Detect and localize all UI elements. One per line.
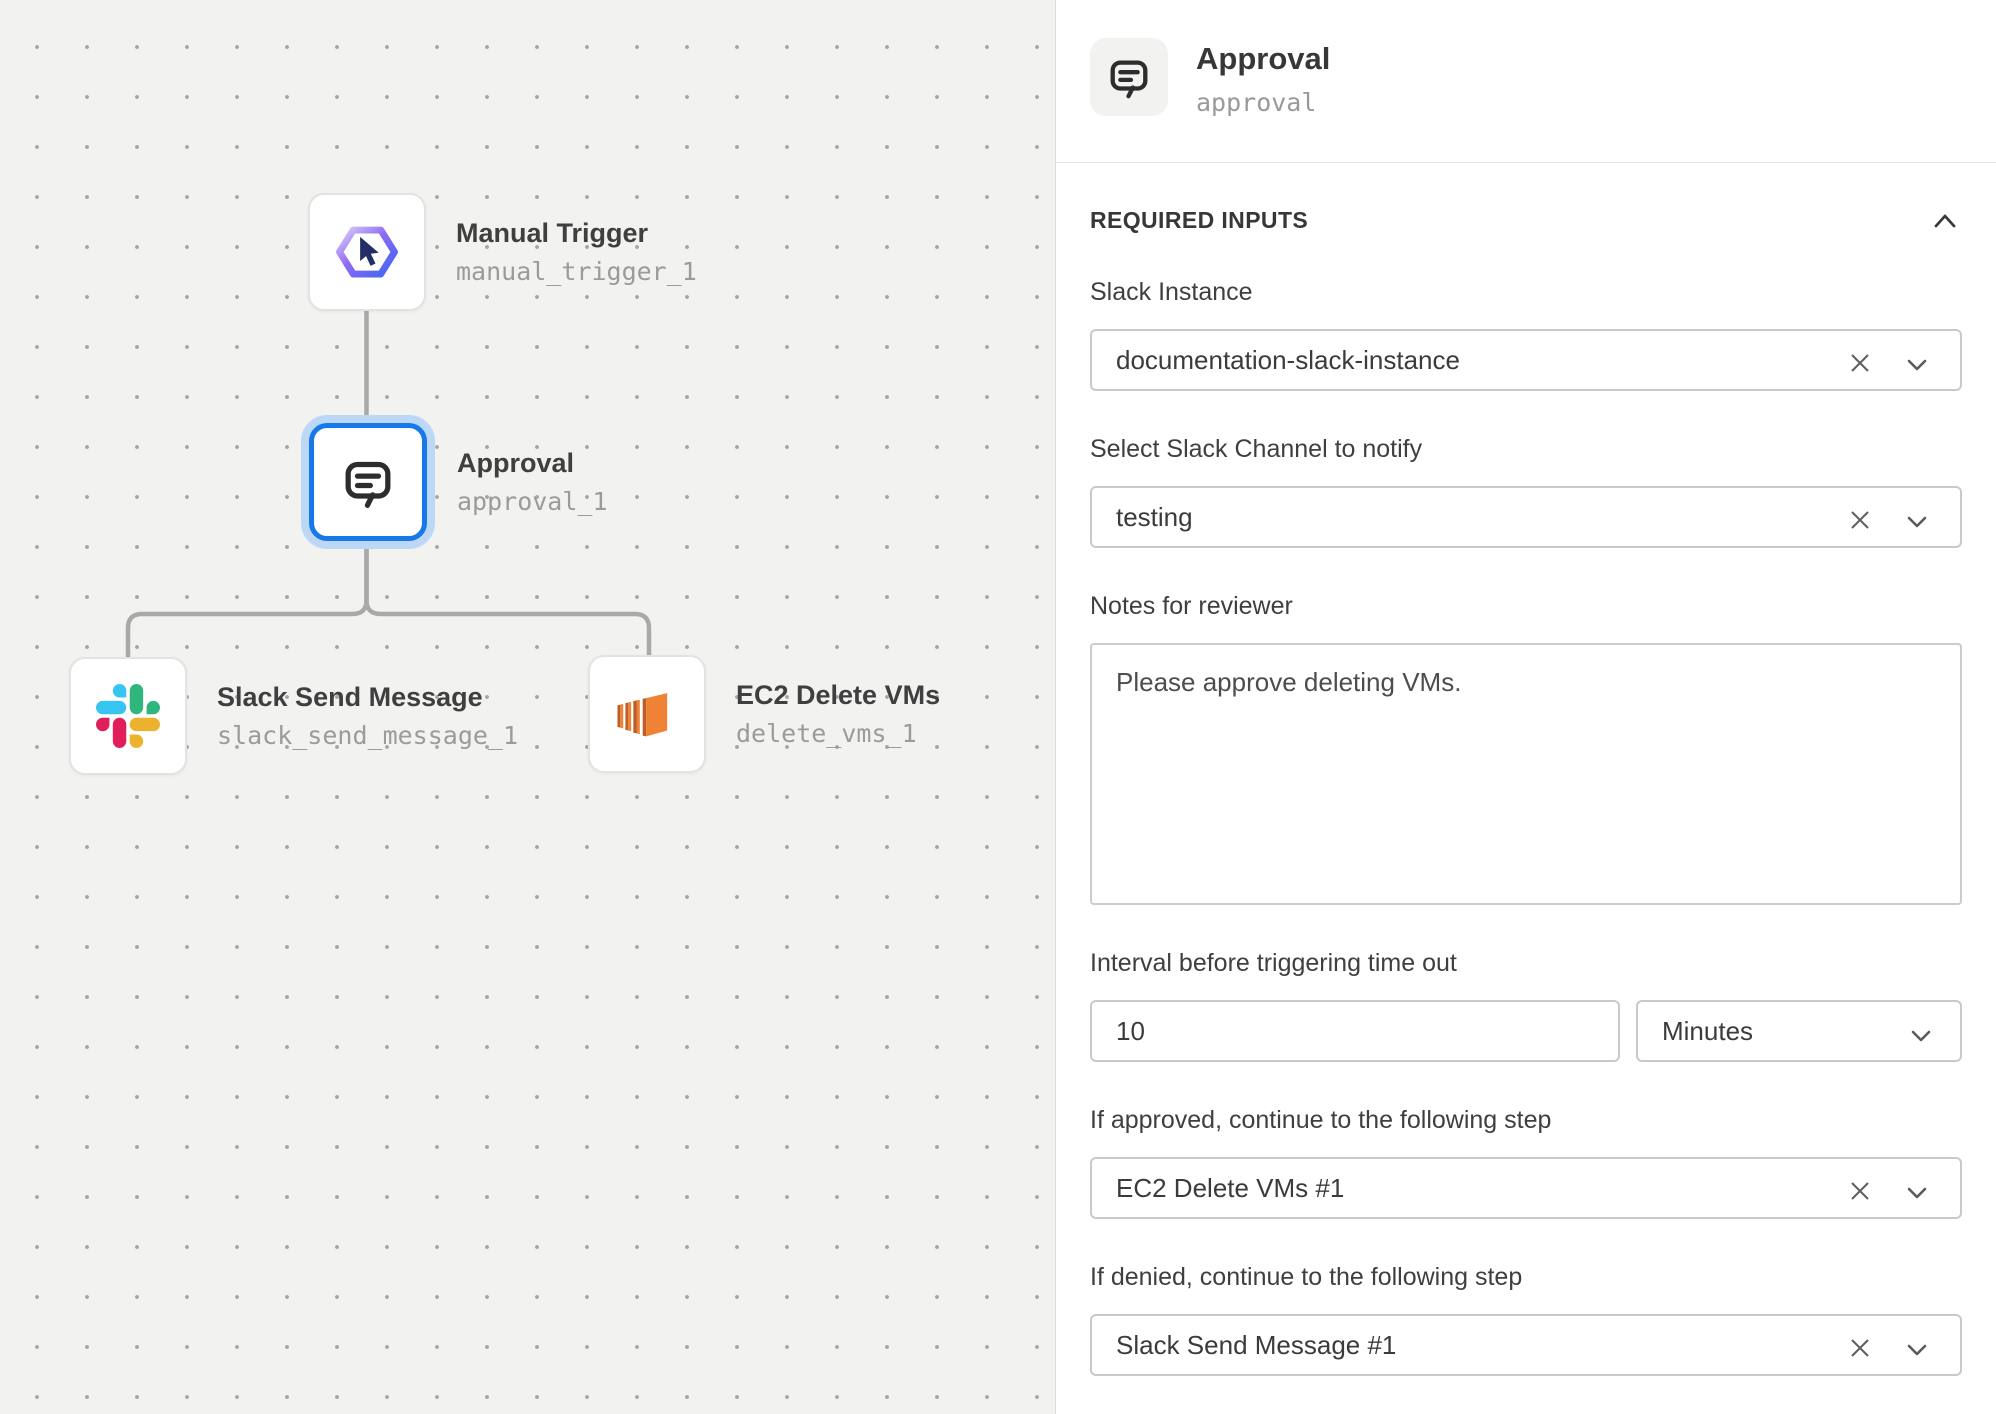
- chevron-down-icon[interactable]: [1902, 1336, 1932, 1364]
- node-ec2-box[interactable]: [588, 655, 706, 773]
- approved-step-input[interactable]: [1092, 1159, 1960, 1217]
- slack-instance-combobox[interactable]: [1090, 329, 1962, 391]
- panel-title: Approval: [1196, 40, 1330, 78]
- chevron-down-icon[interactable]: [1902, 1179, 1932, 1207]
- approved-step-label: If approved, continue to the following s…: [1090, 1106, 1962, 1135]
- chevron-down-icon[interactable]: [1902, 351, 1932, 379]
- x-icon[interactable]: [1846, 506, 1874, 534]
- slack-instance-input[interactable]: [1092, 331, 1960, 389]
- approved-step-combobox[interactable]: [1090, 1157, 1962, 1219]
- section-title: REQUIRED INPUTS: [1090, 207, 1308, 234]
- panel-subtitle: approval: [1196, 88, 1330, 118]
- workflow-canvas[interactable]: Manual Trigger manual_trigger_1 Approval…: [0, 0, 1056, 1414]
- node-ec2-labels: EC2 Delete VMs delete_vms_1: [736, 678, 940, 750]
- chevron-down-icon[interactable]: [1906, 1022, 1936, 1050]
- interval-value-input[interactable]: [1092, 1002, 1618, 1060]
- denied-step-input[interactable]: [1092, 1316, 1960, 1374]
- x-icon[interactable]: [1846, 1177, 1874, 1205]
- node-manual-trigger[interactable]: Manual Trigger manual_trigger_1: [308, 193, 697, 311]
- node-subtitle: delete_vms_1: [736, 718, 940, 750]
- config-panel-header: Approval approval: [1056, 0, 1996, 162]
- node-title: Approval: [457, 446, 608, 480]
- node-title: Manual Trigger: [456, 216, 697, 250]
- node-approval-labels: Approval approval_1: [457, 446, 608, 518]
- node-slack-labels: Slack Send Message slack_send_message_1: [217, 680, 518, 752]
- interval-value-box[interactable]: [1090, 1000, 1620, 1062]
- node-slack-send-message[interactable]: Slack Send Message slack_send_message_1: [69, 657, 518, 775]
- interval-row: Minutes: [1090, 1000, 1962, 1062]
- manual-trigger-hexagon-cursor-icon: [334, 219, 400, 285]
- node-title: EC2 Delete VMs: [736, 678, 940, 712]
- node-approval[interactable]: Approval approval_1: [309, 423, 608, 541]
- denied-step-combobox[interactable]: [1090, 1314, 1962, 1376]
- notes-textarea-wrap: Please approve deleting VMs.: [1090, 643, 1962, 905]
- panel-divider: [1056, 162, 1996, 163]
- node-ec2-delete-vms[interactable]: EC2 Delete VMs delete_vms_1: [588, 655, 940, 773]
- panel-body: REQUIRED INPUTS Slack Instance: [1056, 207, 1996, 1376]
- node-subtitle: approval_1: [457, 486, 608, 518]
- slack-channel-label: Select Slack Channel to notify: [1090, 435, 1962, 464]
- chevron-up-icon[interactable]: [1928, 208, 1962, 234]
- approval-comment-icon: [1090, 38, 1168, 116]
- interval-label: Interval before triggering time out: [1090, 949, 1962, 978]
- node-title: Slack Send Message: [217, 680, 518, 714]
- slack-instance-label: Slack Instance: [1090, 278, 1962, 307]
- denied-step-label: If denied, continue to the following ste…: [1090, 1263, 1962, 1292]
- slack-channel-combobox[interactable]: [1090, 486, 1962, 548]
- x-icon[interactable]: [1846, 349, 1874, 377]
- node-manual-trigger-box[interactable]: [308, 193, 426, 311]
- approval-comment-icon: [340, 454, 396, 510]
- node-manual-trigger-labels: Manual Trigger manual_trigger_1: [456, 216, 697, 288]
- config-panel: Approval approval REQUIRED INPUTS Slack …: [1056, 0, 1996, 1414]
- node-subtitle: slack_send_message_1: [217, 720, 518, 752]
- node-slack-box[interactable]: [69, 657, 187, 775]
- slack-icon: [96, 684, 160, 748]
- node-approval-box[interactable]: [309, 423, 427, 541]
- workflow-builder-app: Manual Trigger manual_trigger_1 Approval…: [0, 0, 1996, 1414]
- panel-header-text: Approval approval: [1196, 38, 1330, 118]
- x-icon[interactable]: [1846, 1334, 1874, 1362]
- notes-for-reviewer-label: Notes for reviewer: [1090, 592, 1962, 621]
- node-subtitle: manual_trigger_1: [456, 256, 697, 288]
- slack-channel-input[interactable]: [1092, 488, 1960, 546]
- required-inputs-section-header[interactable]: REQUIRED INPUTS: [1090, 207, 1962, 234]
- notes-textarea[interactable]: Please approve deleting VMs.: [1092, 645, 1960, 903]
- interval-unit-select[interactable]: Minutes: [1636, 1000, 1962, 1062]
- chevron-down-icon[interactable]: [1902, 508, 1932, 536]
- interval-unit-value: Minutes: [1638, 1016, 1753, 1047]
- ec2-icon: [611, 678, 683, 750]
